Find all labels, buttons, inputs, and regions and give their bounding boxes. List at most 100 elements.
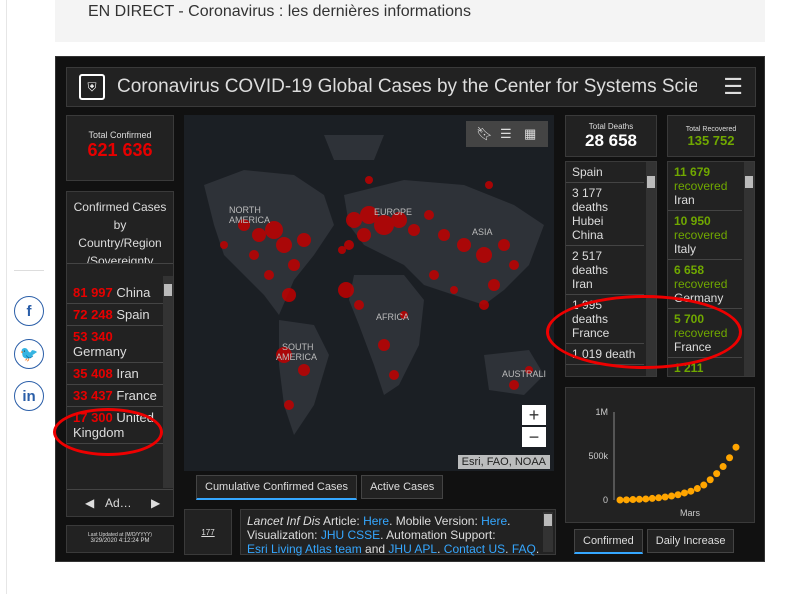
confirmed-count: 33 437	[73, 388, 113, 403]
data-point[interactable]	[700, 481, 708, 489]
confirmed-list[interactable]: 81 997 China 72 248 Spain 53 340 Germany 35…	[67, 264, 163, 444]
linkedin-share-button[interactable]: in	[14, 381, 44, 411]
deaths-list-item[interactable]: 3 177 deaths Hubei China	[566, 183, 644, 246]
jhu-csse-link[interactable]: JHU CSSE	[321, 528, 380, 542]
article-link[interactable]: Here	[363, 514, 389, 528]
death-count: 1 019 death	[572, 347, 636, 361]
total-deaths-value: 28 658	[585, 131, 637, 150]
info-text: .	[507, 514, 511, 528]
faq-link[interactable]: FAQ	[512, 542, 536, 556]
mobile-version-link[interactable]: Here	[481, 514, 507, 528]
data-point[interactable]	[668, 492, 676, 500]
confirmed-count: 72 248	[73, 307, 113, 322]
recovered-list[interactable]: 11 679 recovered Iran 10 950 recovered Italy 6…	[668, 162, 742, 376]
twitter-icon: 🐦	[19, 346, 39, 363]
deaths-scrollbar[interactable]	[646, 162, 656, 376]
data-point[interactable]	[693, 485, 701, 493]
pager-label: Ad…	[105, 496, 132, 510]
prev-page-icon[interactable]: ◀	[85, 496, 94, 510]
recovered-scrollbar[interactable]	[744, 162, 754, 376]
confirmed-list-item[interactable]: 17 300 United Kingdom	[67, 407, 163, 444]
count-box: 177	[184, 509, 232, 555]
y-tick-label: 1M	[595, 407, 608, 417]
data-point[interactable]	[635, 495, 643, 503]
deaths-list-item[interactable]: 1 019 death	[566, 344, 644, 365]
recovered-list-item[interactable]: 1 211	[668, 358, 742, 376]
basemap-icon[interactable]: ▦	[524, 126, 536, 142]
data-point[interactable]	[719, 463, 727, 471]
confirmed-list-item[interactable]: 72 248 Spain	[67, 304, 163, 326]
confirmed-count: 53 340	[73, 329, 113, 344]
tab-confirmed[interactable]: Confirmed	[574, 529, 643, 554]
country-name: Spain	[116, 307, 150, 322]
confirmed-list-item[interactable]: 53 340 Germany	[67, 326, 163, 363]
live-news-title[interactable]: EN DIRECT - Coronavirus : les dernières …	[88, 3, 471, 21]
confirmed-scrollbar[interactable]	[163, 276, 173, 488]
scroll-thumb[interactable]	[745, 176, 753, 188]
recovered-list-item[interactable]: 5 700 recovered France	[668, 309, 742, 358]
tab-cumulative-confirmed[interactable]: Cumulative Confirmed Cases	[196, 475, 358, 500]
data-point[interactable]	[706, 476, 714, 484]
contact-link[interactable]: Contact US	[444, 542, 505, 556]
bookmark-icon[interactable]: 🔖︎	[476, 126, 493, 142]
death-region: Iran	[572, 277, 593, 291]
confirmed-list-header: Confirmed Cases by Country/Region /Sover…	[67, 192, 173, 264]
zoom-out-button[interactable]: −	[522, 427, 546, 447]
recovered-list-item[interactable]: 10 950 recovered Italy	[668, 211, 742, 260]
total-recovered-panel: Total Recovered 135 752	[667, 115, 755, 157]
map-label-africa: AFRICA	[376, 312, 409, 322]
data-point[interactable]	[622, 496, 630, 504]
tab-daily-increase[interactable]: Daily Increase	[646, 529, 735, 553]
death-region: Spain	[572, 165, 603, 179]
jhu-apl-link[interactable]: JHU APL	[388, 542, 437, 556]
info-text: . Mobile Version:	[389, 514, 482, 528]
info-text: .	[437, 542, 444, 556]
recovered-list-item[interactable]: 6 658 recovered Germany	[668, 260, 742, 309]
next-page-icon[interactable]: ▶	[151, 496, 160, 510]
tab-active-cases[interactable]: Active Cases	[361, 475, 444, 499]
data-point[interactable]	[642, 495, 650, 503]
recovered-status: recovered	[674, 326, 728, 340]
confirmed-list-item[interactable]: 35 408 Iran	[67, 363, 163, 385]
cases-chart-panel: 1M 500k 0 Mars	[565, 387, 755, 523]
data-point[interactable]	[680, 489, 688, 497]
data-point[interactable]	[629, 496, 637, 504]
confirmed-list-item[interactable]: 81 997 China	[67, 282, 163, 304]
deaths-list-item[interactable]: 1 995 deaths France	[566, 295, 644, 344]
data-point[interactable]	[616, 496, 624, 504]
scroll-thumb[interactable]	[544, 514, 552, 526]
dashboard-titlebar: ⛨ Coronavirus COVID-19 Global Cases by t…	[66, 67, 756, 107]
scroll-thumb[interactable]	[164, 284, 172, 296]
recovered-list-item[interactable]: 11 679 recovered Iran	[668, 162, 742, 211]
world-map[interactable]: NORTH AMERICA SOUTH AMERICA EUROPE AFRIC…	[184, 115, 554, 471]
deaths-list-item[interactable]: Spain	[566, 162, 644, 183]
esri-link[interactable]: Esri Living Atlas team	[247, 542, 362, 556]
info-text: .	[535, 542, 540, 556]
zoom-in-button[interactable]: +	[522, 405, 546, 425]
data-point[interactable]	[726, 454, 734, 462]
data-point[interactable]	[713, 470, 721, 478]
live-news-header[interactable]: EN DIRECT - Coronavirus : les dernières …	[55, 0, 765, 42]
hamburger-icon[interactable]: ☰	[723, 74, 743, 100]
data-point[interactable]	[732, 443, 740, 451]
facebook-icon: f	[26, 303, 32, 320]
confirmed-list-item[interactable]: 33 437 France	[67, 385, 163, 407]
recovered-country: Iran	[674, 193, 695, 207]
facebook-share-button[interactable]: f	[14, 296, 44, 326]
recovered-list-panel: 11 679 recovered Iran 10 950 recovered Italy 6…	[667, 161, 755, 377]
deaths-list[interactable]: Spain 3 177 deaths Hubei China 2 517 deaths…	[566, 162, 644, 365]
map-label-south-america-2: AMERICA	[276, 352, 317, 362]
deaths-list-item[interactable]: 2 517 deaths Iran	[566, 246, 644, 295]
data-point[interactable]	[674, 491, 682, 499]
data-point[interactable]	[648, 494, 656, 502]
data-point[interactable]	[655, 494, 663, 502]
share-divider	[14, 270, 44, 271]
info-scrollbar[interactable]	[543, 512, 553, 552]
twitter-share-button[interactable]: 🐦	[14, 339, 44, 369]
covid-dashboard: ⛨ Coronavirus COVID-19 Global Cases by t…	[55, 56, 765, 562]
data-point[interactable]	[687, 487, 695, 495]
info-panel: Lancet Inf Dis Article: Here. Mobile Ver…	[240, 509, 556, 556]
scroll-thumb[interactable]	[647, 176, 655, 188]
list-icon[interactable]: ☰	[500, 126, 512, 142]
data-point[interactable]	[661, 493, 669, 501]
